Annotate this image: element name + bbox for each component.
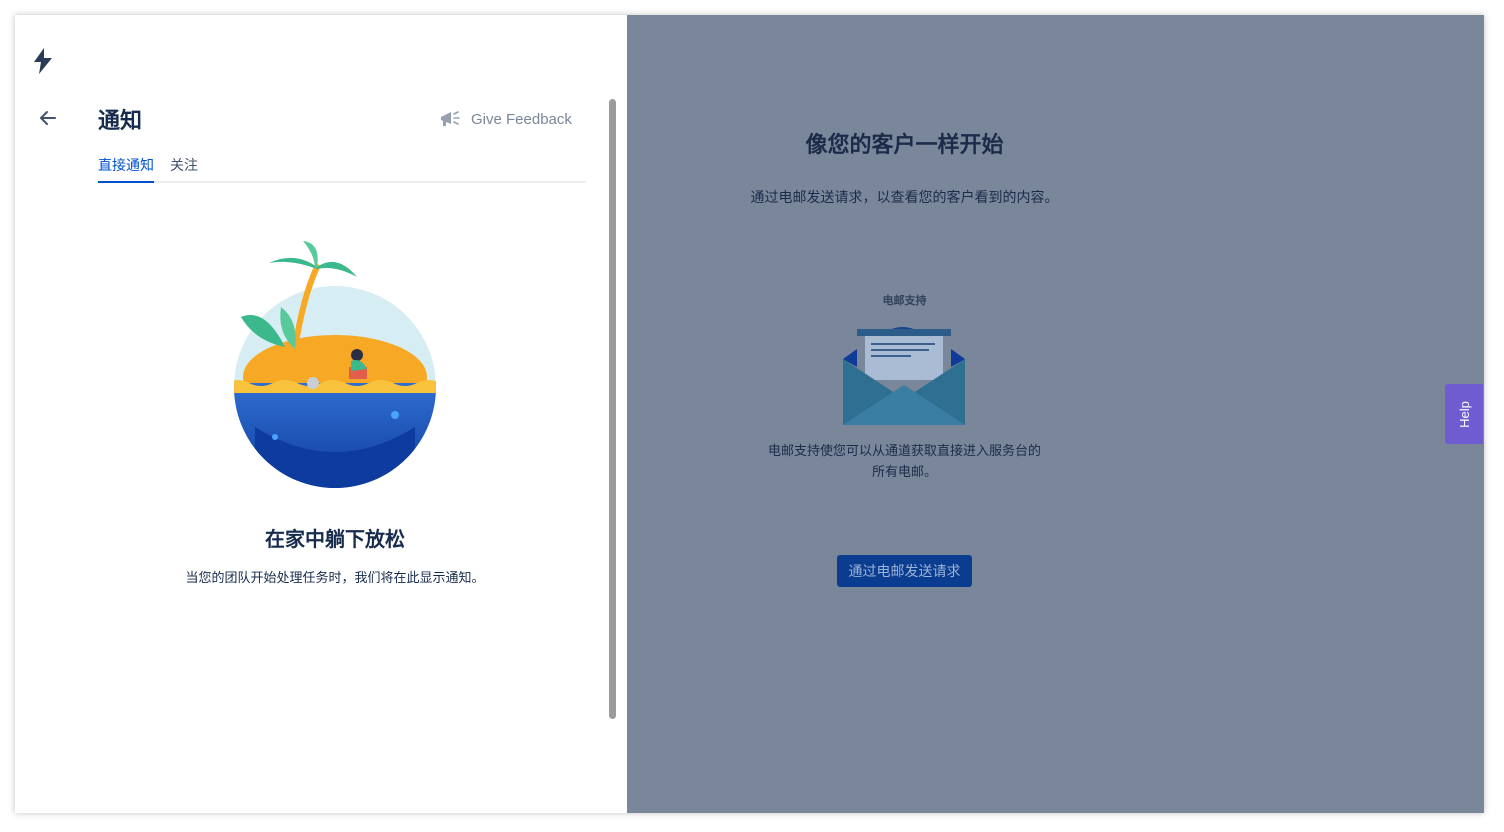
panel-title: 通知 [98, 109, 143, 134]
back-arrow-icon[interactable] [37, 107, 59, 129]
background-title: 像您的客户一样开始 [805, 133, 1004, 158]
help-label: Help [1456, 400, 1472, 428]
feedback-label: Give Feedback [471, 110, 572, 128]
blanket-overlay[interactable]: 像您的客户一样开始 通过电邮发送请求，以查看您的客户看到的内容。 电邮支持 电邮… [627, 15, 1484, 813]
island-illustration [234, 241, 436, 488]
email-support-label: 电邮支持 [882, 294, 927, 307]
give-feedback-button[interactable]: Give Feedback [439, 107, 572, 131]
send-request-button[interactable]: 通过电邮发送请求 [837, 555, 972, 587]
tab-direct[interactable]: 直接通知 [98, 155, 154, 183]
tab-watching[interactable]: 关注 [170, 155, 198, 181]
help-button[interactable]: Help [1445, 384, 1483, 444]
email-support-description: 电邮支持使您可以从通道获取直接进入服务台的所有电邮。 [767, 444, 1041, 480]
logo-icon[interactable] [31, 47, 55, 75]
envelope-illustration [843, 327, 965, 425]
megaphone-icon [441, 111, 460, 126]
background-subtitle: 通过电邮发送请求，以查看您的客户看到的内容。 [750, 190, 1059, 206]
panel-scrollbar[interactable] [609, 99, 616, 719]
notifications-panel: 通知 Give Feedback 直接通知 关注 在家中躺下放松 当您的团队开始… [15, 15, 627, 813]
empty-state-description: 当您的团队开始处理任务时，我们将在此显示通知。 [185, 571, 485, 586]
notification-tabs: 直接通知 关注 [98, 155, 586, 183]
empty-state-title: 在家中躺下放松 [265, 527, 405, 551]
app-window: 通知 Give Feedback 直接通知 关注 在家中躺下放松 当您的团队开始… [15, 15, 1484, 813]
